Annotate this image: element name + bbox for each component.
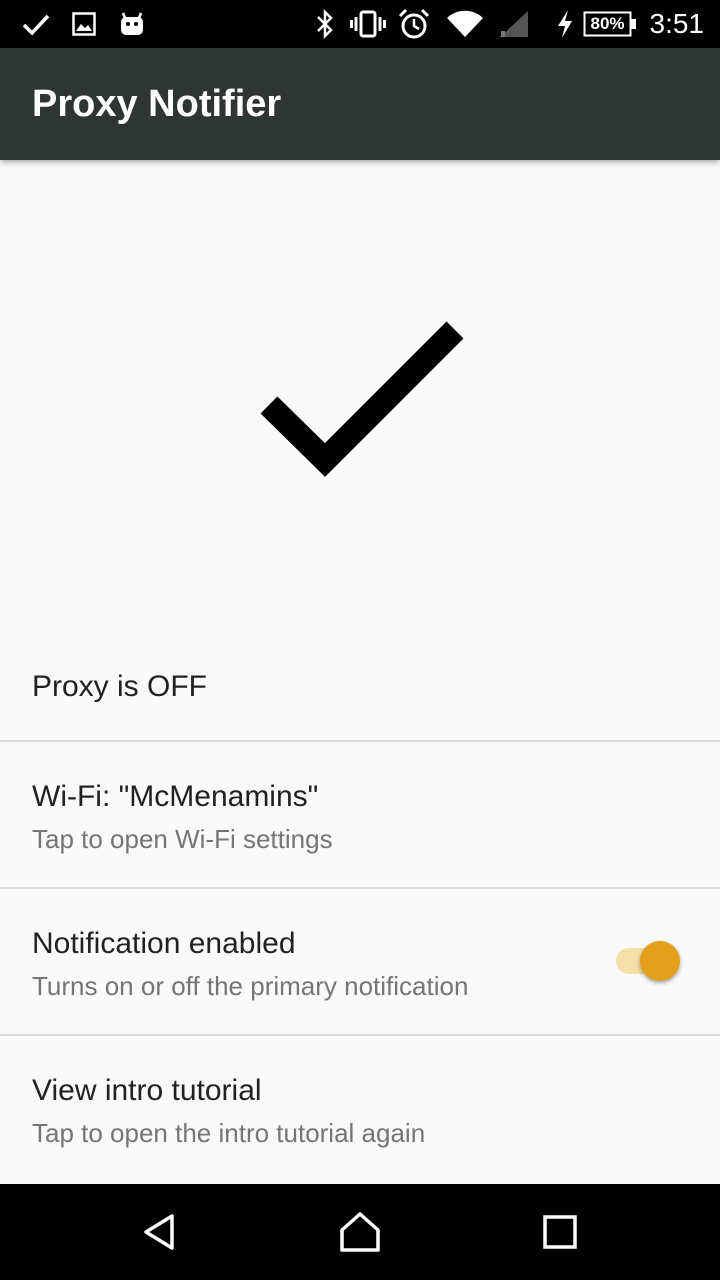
switch-thumb bbox=[640, 941, 680, 981]
recents-icon[interactable] bbox=[512, 1184, 608, 1280]
notification-title: Notification enabled bbox=[32, 927, 296, 960]
image-icon bbox=[72, 0, 96, 48]
navigation-bar bbox=[0, 1184, 720, 1280]
wifi-settings-item[interactable]: Wi-Fi: "McMenamins" Tap to open Wi-Fi se… bbox=[0, 742, 720, 889]
alarm-icon bbox=[398, 0, 430, 48]
intro-tutorial-item[interactable]: View intro tutorial Tap to open the intr… bbox=[0, 1036, 720, 1183]
status-bar: 80% 3:51 bbox=[0, 0, 720, 48]
wifi-settings-summary: Tap to open Wi-Fi settings bbox=[32, 824, 333, 854]
proxy-status-row: Proxy is OFF bbox=[0, 630, 720, 742]
battery-icon: 80% bbox=[583, 0, 637, 48]
notification-summary: Turns on or off the primary notification bbox=[32, 971, 469, 1001]
notification-toggle-item[interactable]: Notification enabled Turns on or off the… bbox=[0, 889, 720, 1036]
home-icon[interactable] bbox=[312, 1184, 408, 1280]
back-icon[interactable] bbox=[112, 1184, 208, 1280]
charging-icon bbox=[556, 0, 574, 48]
bluetooth-icon bbox=[314, 0, 336, 48]
check-icon bbox=[22, 0, 50, 48]
battery-percent: 80% bbox=[590, 14, 625, 33]
app-bar: Proxy Notifier bbox=[0, 48, 720, 160]
proxy-status: Proxy is OFF bbox=[32, 670, 208, 703]
app-title: Proxy Notifier bbox=[32, 83, 282, 125]
cell-signal-icon bbox=[498, 0, 530, 48]
checkmark-icon bbox=[250, 310, 480, 490]
wifi-settings-title: Wi-Fi: "McMenamins" bbox=[32, 780, 319, 813]
android-icon bbox=[119, 0, 145, 48]
clock: 3:51 bbox=[649, 8, 705, 39]
vibrate-icon bbox=[350, 0, 386, 48]
main-content: Proxy is OFF Wi-Fi: "McMenamins" Tap to … bbox=[0, 160, 720, 1184]
notification-switch[interactable] bbox=[616, 939, 682, 983]
wifi-icon bbox=[446, 0, 484, 48]
intro-tutorial-title: View intro tutorial bbox=[32, 1074, 262, 1107]
intro-tutorial-summary: Tap to open the intro tutorial again bbox=[32, 1118, 426, 1148]
